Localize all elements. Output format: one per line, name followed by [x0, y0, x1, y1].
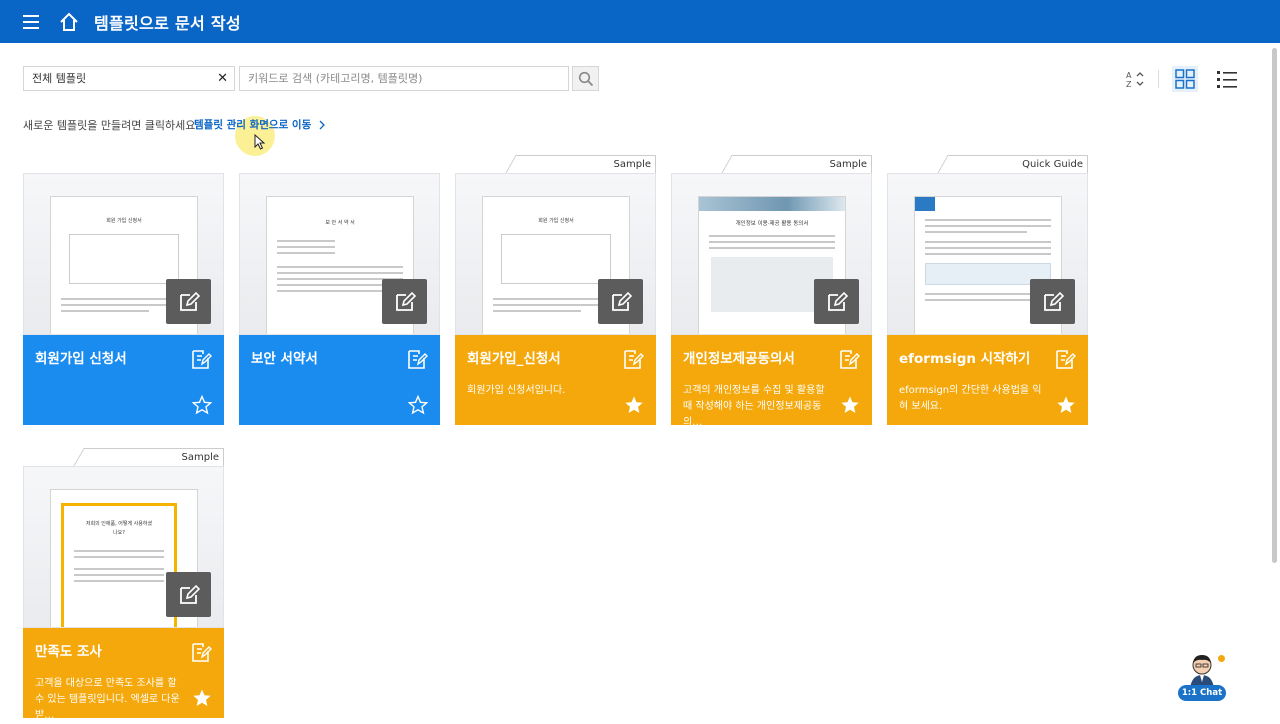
- template-description: eformsign의 간단한 사용법을 익혀 보세요.: [899, 385, 1042, 412]
- edit-template-button[interactable]: [166, 279, 211, 324]
- search-input[interactable]: [239, 66, 569, 91]
- template-card-member-signup-sample[interactable]: Sample 회원 가입 신청서 회원가입_신청서 회원가입 신청서입니다.: [455, 155, 656, 425]
- favorite-star-filled-icon[interactable]: [624, 395, 644, 415]
- edit-template-button[interactable]: [598, 279, 643, 324]
- favorite-star-filled-icon[interactable]: [840, 395, 860, 415]
- document-icon: [1056, 350, 1076, 369]
- template-info: 보안 서약서: [239, 335, 440, 425]
- chat-label: 1:1 Chat: [1178, 685, 1226, 701]
- template-name: 만족도 조사: [35, 644, 102, 660]
- page-title: 템플릿으로 문서 작성: [94, 13, 241, 33]
- template-card-satisfaction-survey[interactable]: Sample 저희의 인애품, 어떻게 사용하셨나요? 만족도 조사 고객을 대…: [23, 448, 224, 721]
- grid-view-button[interactable]: [1172, 66, 1198, 92]
- top-bar: 템플릿으로 문서 작성: [0, 0, 1280, 43]
- menu-icon[interactable]: [23, 14, 41, 29]
- category-filter[interactable]: 전체 템플릿 ✕: [23, 66, 235, 91]
- thumbnail-title: 개인정보 이용·제공 활용 동의서: [735, 221, 809, 227]
- mouse-cursor-icon: [254, 134, 266, 150]
- template-info: 개인정보제공동의서 고객의 개인정보를 수집 및 활용할 때 작성해야 하는 개…: [671, 335, 872, 428]
- edit-template-button[interactable]: [1030, 279, 1075, 324]
- template-description: 회원가입 신청서입니다.: [467, 385, 566, 396]
- template-management-link-label: 템플릿 관리 화면으로 이동: [194, 119, 312, 131]
- favorite-star-outline-icon[interactable]: [192, 395, 212, 415]
- template-card-eformsign-guide[interactable]: Quick Guide eformsign 시작하기 eformsign의 간단…: [887, 155, 1088, 425]
- document-icon: [192, 350, 212, 369]
- thumbnail-title: 회원 가입 신청서: [106, 218, 142, 224]
- clear-filter-icon[interactable]: ✕: [217, 67, 228, 90]
- edit-icon: [827, 291, 848, 311]
- edit-icon: [179, 584, 200, 604]
- search-button[interactable]: [572, 66, 599, 91]
- edit-icon: [611, 291, 632, 311]
- template-preview: [887, 173, 1088, 335]
- template-name: 회원가입_신청서: [467, 351, 561, 367]
- favorite-star-outline-icon[interactable]: [408, 395, 428, 415]
- template-tag: Sample: [737, 155, 872, 173]
- thumbnail-title: 보 안 서 약 서: [325, 220, 355, 226]
- template-preview: 회원 가입 신청서: [455, 173, 656, 335]
- svg-text:Z: Z: [1126, 80, 1132, 89]
- toolbar-divider: [1158, 70, 1159, 88]
- template-card-privacy-consent[interactable]: Sample 개인정보 이용·제공 활용 동의서 개인정보제공동의서 고객의 개…: [671, 155, 872, 428]
- template-preview: 저희의 인애품, 어떻게 사용하셨나요?: [23, 466, 224, 628]
- thumbnail-title: 저희의 인애품, 어떻게 사용하셨나요?: [85, 521, 153, 536]
- favorite-star-filled-icon[interactable]: [192, 688, 212, 708]
- template-preview: 보 안 서 약 서: [239, 173, 440, 335]
- sort-button[interactable]: A Z: [1121, 66, 1147, 92]
- template-tag: Sample: [89, 448, 224, 466]
- scrollbar[interactable]: [1272, 48, 1277, 563]
- list-icon: [1217, 71, 1237, 88]
- template-name: 회원가입 신청서: [35, 351, 127, 367]
- search-icon: [578, 71, 593, 86]
- template-info: 만족도 조사 고객을 대상으로 만족도 조사를 할 수 있는 템플릿입니다. 엑…: [23, 628, 224, 721]
- template-info: 회원가입 신청서: [23, 335, 224, 425]
- template-description: 고객의 개인정보를 수집 및 활용할 때 작성해야 하는 개인정보제공동의…: [683, 385, 825, 428]
- template-management-link[interactable]: 템플릿 관리 화면으로 이동: [194, 117, 326, 132]
- edit-icon: [395, 291, 416, 311]
- sort-az-icon: A Z: [1126, 71, 1144, 89]
- chat-button[interactable]: 1:1 Chat: [1176, 652, 1230, 702]
- edit-icon: [1043, 291, 1064, 311]
- template-preview: 회원 가입 신청서: [23, 173, 224, 335]
- home-icon[interactable]: [58, 11, 80, 33]
- category-filter-value: 전체 템플릿: [32, 72, 87, 85]
- template-info: 회원가입_신청서 회원가입 신청서입니다.: [455, 335, 656, 425]
- edit-template-button[interactable]: [382, 279, 427, 324]
- chevron-right-icon: [319, 120, 325, 130]
- edit-template-button[interactable]: [166, 572, 211, 617]
- template-tag: Quick Guide: [953, 155, 1088, 173]
- template-preview: 개인정보 이용·제공 활용 동의서: [671, 173, 872, 335]
- svg-text:A: A: [1126, 71, 1132, 80]
- template-tag: Sample: [521, 155, 656, 173]
- template-card-security-pledge[interactable]: 보 안 서 약 서 보안 서약서: [239, 173, 440, 425]
- notification-dot: [1218, 655, 1225, 662]
- document-icon: [624, 350, 644, 369]
- template-name: 개인정보제공동의서: [683, 351, 795, 367]
- create-template-hint: 새로운 템플릿을 만들려면 클릭하세요.: [23, 119, 199, 132]
- document-icon: [192, 643, 212, 662]
- edit-template-button[interactable]: [814, 279, 859, 324]
- favorite-star-filled-icon[interactable]: [1056, 395, 1076, 415]
- edit-icon: [179, 291, 200, 311]
- document-icon: [840, 350, 860, 369]
- list-view-button[interactable]: [1214, 66, 1240, 92]
- grid-icon: [1175, 69, 1195, 89]
- thumbnail-title: 회원 가입 신청서: [538, 218, 574, 224]
- template-card-member-signup[interactable]: 회원 가입 신청서 회원가입 신청서: [23, 173, 224, 425]
- template-description: 고객을 대상으로 만족도 조사를 할 수 있는 템플릿입니다. 엑셀로 다운받…: [35, 678, 180, 721]
- template-name: 보안 서약서: [251, 351, 318, 367]
- template-info: eformsign 시작하기 eformsign의 간단한 사용법을 익혀 보세…: [887, 335, 1088, 425]
- document-icon: [408, 350, 428, 369]
- template-name: eformsign 시작하기: [899, 351, 1031, 367]
